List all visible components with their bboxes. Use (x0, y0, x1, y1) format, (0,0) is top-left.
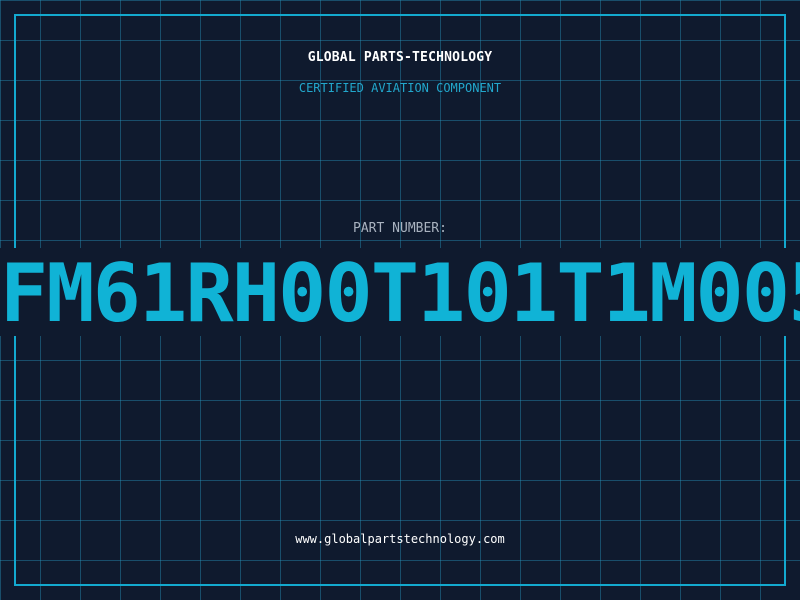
website-url[interactable]: www.globalpartstechnology.com (0, 532, 800, 546)
part-card: GLOBAL PARTS-TECHNOLOGY CERTIFIED AVIATI… (0, 0, 800, 600)
part-number-value: FM61RH00T101T1M005 (0, 247, 800, 340)
company-name: GLOBAL PARTS-TECHNOLOGY (307, 50, 493, 65)
part-number-label: PART NUMBER: (353, 221, 447, 236)
certification-subtitle: CERTIFIED AVIATION COMPONENT (298, 81, 502, 95)
